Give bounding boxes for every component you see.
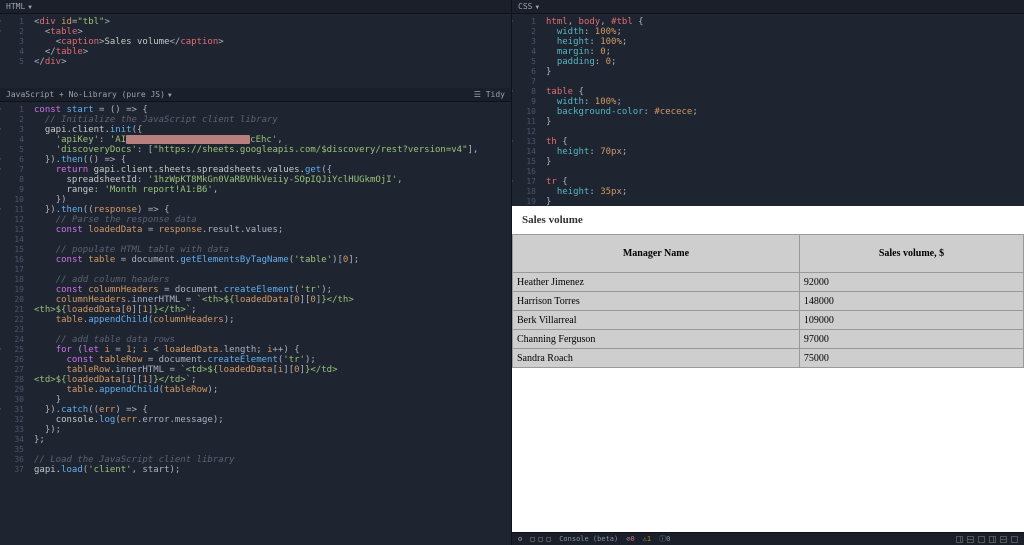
table-caption: Sales volume: [512, 206, 1024, 234]
chevron-down-icon: ▼: [535, 4, 539, 11]
layout-grid-icon[interactable]: [978, 536, 985, 543]
layout-tabs-icon[interactable]: [1011, 536, 1018, 543]
table-header-cell: Manager Name: [513, 235, 800, 273]
table-cell: Harrison Torres: [513, 292, 800, 311]
table-cell: 92000: [799, 273, 1023, 292]
js-code-area[interactable]: const start = () => { // Initialize the …: [30, 102, 511, 545]
html-gutter: 1▾2▾345: [0, 14, 28, 88]
html-code-area[interactable]: <div id="tbl"> <table> <caption>Sales vo…: [30, 14, 511, 88]
table-cell: Sandra Roach: [513, 349, 800, 368]
app-root: HTML▼ 1▾2▾345 <div id="tbl"> <table> <ca…: [0, 0, 1024, 545]
fold-toggle-icon[interactable]: ▾: [0, 105, 2, 115]
run-controls: [530, 537, 551, 542]
fold-toggle-icon[interactable]: ▾: [0, 345, 2, 355]
css-gutter: 1▾2345678▾910111213▾14151617▾1819: [512, 14, 540, 206]
fold-toggle-icon[interactable]: ▾: [0, 155, 2, 165]
control-box-icon[interactable]: [530, 537, 535, 542]
css-panel-header[interactable]: CSS▼: [512, 0, 1024, 14]
settings-icon[interactable]: ⚙: [518, 535, 522, 543]
html-panel-header[interactable]: HTML▼: [0, 0, 511, 14]
js-editor[interactable]: 1▾23▾456▾7▾891011▾1213141516171819202122…: [0, 102, 511, 545]
result-table: Manager NameSales volume, $ Heather Jime…: [512, 234, 1024, 368]
fold-toggle-icon[interactable]: ▾: [0, 165, 2, 175]
right-column: CSS▼ 1▾2345678▾910111213▾14151617▾1819 h…: [512, 0, 1024, 545]
table-cell: Heather Jimenez: [513, 273, 800, 292]
table-cell: 75000: [799, 349, 1023, 368]
layout-bottom-icon[interactable]: [1000, 536, 1007, 543]
table-body: Heather Jimenez92000Harrison Torres14800…: [513, 273, 1024, 368]
fold-toggle-icon[interactable]: ▾: [512, 87, 514, 97]
css-code-area[interactable]: html, body, #tbl { width: 100%; height: …: [542, 14, 1024, 206]
table-row: Berk Villarreal109000: [513, 311, 1024, 330]
chevron-down-icon: ▼: [168, 92, 172, 99]
table-row: Heather Jimenez92000: [513, 273, 1024, 292]
fold-toggle-icon[interactable]: ▾: [0, 205, 2, 215]
control-box-icon[interactable]: [546, 537, 551, 542]
badge-errors: ⊘0: [626, 535, 634, 543]
table-row: Channing Ferguson97000: [513, 330, 1024, 349]
layout-right-icon[interactable]: [989, 536, 996, 543]
statusbar: ⚙ Console (beta) ⊘0 ⚠1 ⓘ0: [512, 532, 1024, 545]
tidy-button[interactable]: ☰ Tidy: [474, 90, 505, 99]
layout-vertical-icon[interactable]: [956, 536, 963, 543]
badge-warnings: ⚠1: [643, 535, 651, 543]
console-toggle[interactable]: Console (beta): [559, 535, 618, 543]
table-cell: 109000: [799, 311, 1023, 330]
html-panel-label: HTML▼: [6, 2, 32, 11]
layout-horizontal-icon[interactable]: [967, 536, 974, 543]
badge-info: ⓘ0: [659, 534, 670, 544]
table-row: Harrison Torres148000: [513, 292, 1024, 311]
fold-toggle-icon[interactable]: ▾: [512, 17, 514, 27]
table-row: Sandra Roach75000: [513, 349, 1024, 368]
fold-toggle-icon[interactable]: ▾: [512, 137, 514, 147]
fold-toggle-icon[interactable]: ▾: [0, 27, 2, 37]
css-panel-label: CSS▼: [518, 2, 539, 11]
html-editor[interactable]: 1▾2▾345 <div id="tbl"> <table> <caption>…: [0, 14, 511, 88]
fold-toggle-icon[interactable]: ▾: [0, 125, 2, 135]
js-gutter: 1▾23▾456▾7▾891011▾1213141516171819202122…: [0, 102, 28, 545]
left-column: HTML▼ 1▾2▾345 <div id="tbl"> <table> <ca…: [0, 0, 512, 545]
js-panel-label: JavaScript + No-Library (pure JS)▼: [6, 90, 172, 99]
fold-toggle-icon[interactable]: ▾: [512, 177, 514, 187]
fold-toggle-icon[interactable]: ▾: [0, 17, 2, 27]
table-cell: 97000: [799, 330, 1023, 349]
result-preview: Sales volume Manager NameSales volume, $…: [512, 206, 1024, 532]
js-panel-header[interactable]: JavaScript + No-Library (pure JS)▼ ☰ Tid…: [0, 88, 511, 102]
layout-switcher: [956, 536, 1018, 543]
control-box-icon[interactable]: [538, 537, 543, 542]
table-header-cell: Sales volume, $: [799, 235, 1023, 273]
chevron-down-icon: ▼: [28, 4, 32, 11]
table-header-row: Manager NameSales volume, $: [513, 235, 1024, 273]
fold-toggle-icon[interactable]: ▾: [0, 405, 2, 415]
css-editor[interactable]: 1▾2345678▾910111213▾14151617▾1819 html, …: [512, 14, 1024, 206]
table-cell: Channing Ferguson: [513, 330, 800, 349]
table-cell: 148000: [799, 292, 1023, 311]
table-cell: Berk Villarreal: [513, 311, 800, 330]
